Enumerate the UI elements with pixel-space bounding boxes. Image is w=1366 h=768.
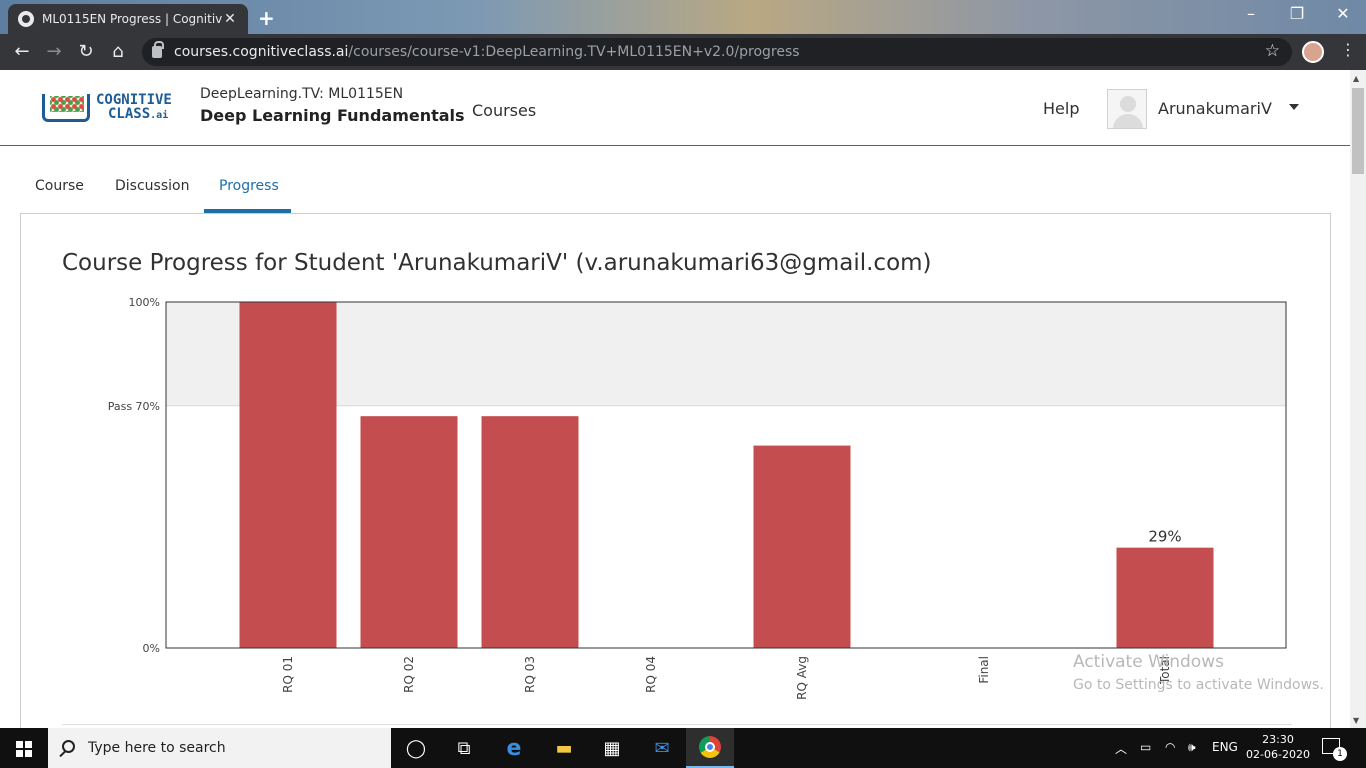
- reload-icon[interactable]: ↻: [74, 40, 98, 64]
- star-icon[interactable]: ☆: [1265, 41, 1280, 61]
- url-host: courses.cognitiveclass.ai: [174, 44, 349, 60]
- start-pane: [25, 750, 32, 757]
- search-icon: [62, 740, 75, 753]
- profile-avatar[interactable]: [1302, 41, 1324, 63]
- logo-suffix: .ai: [150, 110, 169, 121]
- x-tick-label: RQ 01: [281, 656, 295, 693]
- window-close-icon[interactable]: ✕: [1320, 4, 1366, 23]
- minimize-icon[interactable]: –: [1228, 4, 1274, 23]
- chrome-logo: [699, 736, 721, 758]
- x-tick-label: RQ 03: [523, 656, 537, 693]
- activate-windows-subtitle: Go to Settings to activate Windows.: [1073, 677, 1324, 693]
- windows-start-icon[interactable]: [0, 728, 48, 768]
- page-scrollbar[interactable]: ▲ ▼: [1350, 70, 1366, 728]
- y-tick-label: Pass 70%: [108, 400, 160, 413]
- new-tab-icon[interactable]: +: [258, 6, 275, 30]
- tab-course[interactable]: Course: [35, 178, 84, 194]
- browser-tab[interactable]: ML0115EN Progress | Cognitive Class ✕: [8, 4, 248, 34]
- avatar-head: [1120, 96, 1136, 112]
- bar-rq-01: [239, 302, 337, 648]
- y-tick-label: 100%: [129, 296, 160, 309]
- bar-rq-avg: [753, 445, 851, 648]
- cortana-icon[interactable]: ◯: [392, 728, 440, 768]
- avatar-body: [1113, 114, 1143, 128]
- restore-icon[interactable]: ❐: [1274, 4, 1320, 23]
- chrome-logo-center: [705, 742, 715, 752]
- clock-date: 02-06-2020: [1246, 748, 1310, 761]
- bar-rq-03: [481, 416, 579, 648]
- x-tick-label: RQ Avg: [795, 656, 809, 700]
- file-explorer-icon[interactable]: ▬: [540, 728, 588, 768]
- home-icon[interactable]: ⌂: [106, 40, 130, 64]
- scroll-up-icon[interactable]: ▲: [1353, 74, 1359, 83]
- site-favicon-icon: [18, 11, 34, 27]
- logo-class-text: CLASS: [108, 106, 151, 122]
- language-indicator[interactable]: ENG: [1212, 740, 1238, 754]
- start-pane: [16, 741, 23, 748]
- user-name[interactable]: ArunakumariV: [1158, 99, 1272, 118]
- x-tick-label: RQ 02: [402, 656, 416, 693]
- tab-progress[interactable]: Progress: [219, 178, 279, 194]
- user-avatar[interactable]: [1107, 89, 1147, 129]
- data-label: 29%: [1148, 528, 1181, 546]
- wifi-icon[interactable]: ◠: [1165, 740, 1175, 754]
- scrollbar-thumb[interactable]: [1352, 88, 1364, 174]
- back-icon[interactable]: ←: [10, 40, 34, 64]
- course-name: Deep Learning Fundamentals: [200, 106, 465, 125]
- start-pane: [25, 741, 32, 748]
- url-path: /courses/course-v1:DeepLearning.TV+ML011…: [348, 44, 800, 60]
- battery-icon[interactable]: ▭: [1140, 740, 1151, 754]
- edge-icon[interactable]: e: [490, 728, 538, 768]
- store-icon[interactable]: ▦: [588, 728, 636, 768]
- activate-windows-title: Activate Windows: [1073, 652, 1224, 672]
- taskbar: Type here to search ◯ ⧉ e ▬ ▦ ✉ ︿ ▭ ◠ 🕪 …: [0, 728, 1366, 768]
- tab-discussion[interactable]: Discussion: [115, 178, 189, 194]
- chevron-down-icon[interactable]: [1289, 104, 1299, 110]
- menu-icon[interactable]: ⋮: [1340, 40, 1356, 59]
- course-org: DeepLearning.TV: ML0115EN: [200, 86, 404, 102]
- notification-icon[interactable]: 1: [1322, 738, 1347, 761]
- nav-courses-link[interactable]: Courses: [472, 101, 536, 120]
- x-tick-label: Final: [977, 656, 991, 684]
- chevron-up-icon[interactable]: ︿: [1115, 740, 1127, 757]
- address-bar[interactable]: courses.cognitiveclass.ai /courses/cours…: [142, 38, 1292, 66]
- lock-icon: [152, 41, 164, 58]
- search-placeholder: Type here to search: [88, 740, 226, 756]
- notification-count: 1: [1333, 747, 1347, 761]
- x-tick-label: RQ 04: [644, 656, 658, 693]
- chrome-icon[interactable]: [686, 728, 734, 768]
- logo-dots: [50, 96, 84, 112]
- cognitive-class-logo[interactable]: COGNITIVE CLASS.ai: [42, 92, 182, 126]
- bar-total: [1116, 547, 1214, 648]
- clock-time: 23:30: [1262, 733, 1294, 746]
- nav-help-link[interactable]: Help: [1043, 99, 1079, 118]
- start-pane: [16, 750, 23, 757]
- logo-text-line2: CLASS.ai: [108, 106, 168, 122]
- clock[interactable]: 23:30 02-06-2020: [1246, 732, 1310, 762]
- browser-toolbar: ← → ↻ ⌂ courses.cognitiveclass.ai /cours…: [0, 34, 1366, 70]
- scroll-down-icon[interactable]: ▼: [1353, 716, 1359, 725]
- progress-chart: RQ 01 RQ 02 RQ 03 RQ 04 RQ Avg Final29%Total1…: [108, 296, 1287, 700]
- browser-tab-strip: ML0115EN Progress | Cognitive Class ✕ + …: [0, 0, 1366, 34]
- y-tick-label: 0%: [143, 642, 160, 655]
- site-header: COGNITIVE CLASS.ai DeepLearning.TV: ML01…: [0, 70, 1350, 146]
- close-tab-icon[interactable]: ✕: [222, 11, 238, 27]
- volume-icon[interactable]: 🕪: [1188, 740, 1196, 755]
- forward-icon[interactable]: →: [42, 40, 66, 64]
- task-view-icon[interactable]: ⧉: [440, 728, 488, 768]
- tab-title: ML0115EN Progress | Cognitive Class: [42, 12, 222, 26]
- mail-icon[interactable]: ✉: [638, 728, 686, 768]
- bar-rq-02: [360, 416, 458, 648]
- taskbar-search-input[interactable]: Type here to search: [48, 728, 391, 768]
